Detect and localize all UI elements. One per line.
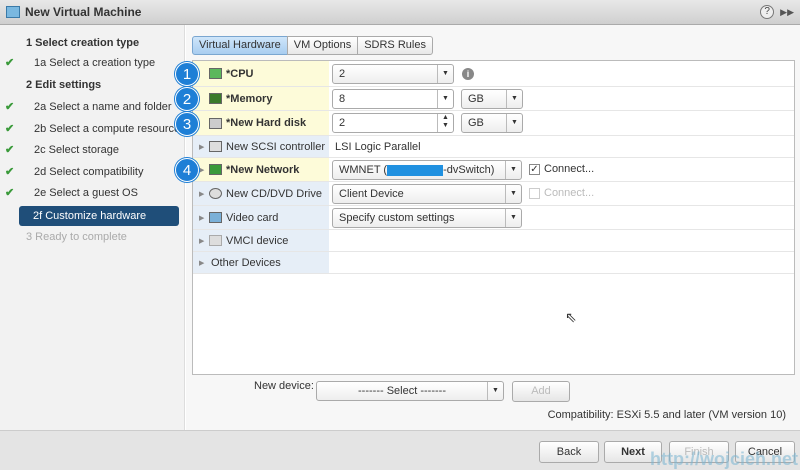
step-1: 1 Select creation type [26, 37, 140, 49]
network-connect-checkbox[interactable]: ✓ [529, 163, 540, 175]
tab-vm-options[interactable]: VM Options [286, 36, 359, 55]
chevron-down-icon: ▼ [437, 65, 453, 83]
other-devices-row: ▶ Other Devices [193, 252, 794, 274]
disk-size-stepper[interactable]: 2 ▲ ▼ [332, 113, 454, 133]
chevron-down-icon: ▼ [505, 209, 521, 227]
check-icon: ✔ [5, 123, 15, 135]
new-device-label: New device: [254, 380, 314, 392]
cpu-select[interactable]: 2 ▼ [332, 64, 454, 84]
step-2d[interactable]: ✔ 2d Select compatibility [0, 162, 185, 182]
expand-icon[interactable]: ▶▶ [780, 5, 794, 19]
check-icon: ✔ [5, 144, 15, 156]
redacted-block [387, 164, 444, 176]
help-icon[interactable]: ? [760, 5, 775, 19]
expand-arrow-icon[interactable]: ▶ [199, 190, 207, 198]
network-icon [209, 164, 222, 175]
main-panel: Virtual Hardware VM Options SDRS Rules *… [175, 25, 800, 430]
check-icon: ✔ [5, 101, 15, 113]
vm-icon [6, 6, 20, 18]
expand-arrow-icon[interactable]: ▶ [199, 259, 207, 267]
expand-arrow-icon[interactable]: ▶ [199, 143, 207, 151]
step-2c[interactable]: ✔ 2c Select storage [0, 140, 185, 160]
step-number-badge: 3 [175, 111, 199, 136]
expand-arrow-icon[interactable]: ▶ [199, 166, 207, 174]
disk-unit-select[interactable]: GB ▼ [461, 113, 523, 133]
network-row: ▶ *New Network WMNET (-dvSwitch) ▼ ✓ Connec… [175, 158, 794, 182]
check-icon: ✔ [5, 166, 15, 178]
hard-disk-row: *New Hard disk 2 ▲ ▼ GB ▼ 3 [175, 111, 794, 136]
mouse-cursor-icon: ⇖ [565, 309, 577, 325]
step-2f[interactable]: 2f Customize hardware [19, 206, 179, 226]
step-2b[interactable]: ✔ 2b Select a compute resource [0, 119, 185, 139]
new-device-select[interactable]: ------- Select ------- ▼ [316, 381, 504, 401]
step-2e[interactable]: ✔ 2e Select a guest OS [0, 183, 185, 203]
chevron-down-icon: ▼ [506, 90, 522, 108]
memory-icon [209, 93, 222, 104]
cd-icon [209, 188, 222, 199]
expand-arrow-icon[interactable]: ▶ [199, 237, 207, 245]
cpu-icon [209, 68, 222, 79]
scsi-row: ▶ New SCSI controller LSI Logic Parallel [193, 136, 794, 158]
step-2a[interactable]: ✔ 2a Select a name and folder [0, 97, 185, 117]
chevron-down-icon: ▼ [505, 161, 521, 179]
chevron-down-icon: ▼ [437, 90, 453, 108]
scsi-icon [209, 141, 222, 152]
hardware-grid: *CPU 2 ▼ i 1 *Memory 8 ▼ GB ▼ 2 *New Hard d… [175, 60, 795, 375]
step-3: 3 Ready to complete [26, 231, 127, 243]
cdrom-connect-checkbox[interactable] [529, 187, 540, 199]
watermark: http://wojcieh.net [650, 449, 798, 469]
add-device-button[interactable]: Add [512, 381, 570, 402]
check-icon: ✔ [5, 57, 15, 69]
compatibility-text: Compatibility: ESXi 5.5 and later (VM ve… [547, 409, 786, 421]
wizard-steps: 1 Select creation type ✔ 1a Select a crea… [0, 25, 185, 430]
footer: Back Next Finish Cancel http://wojcieh.n… [0, 430, 800, 470]
memory-unit-select[interactable]: GB ▼ [461, 89, 523, 109]
title-bar: New Virtual Machine ? ▶▶ [0, 0, 800, 25]
tab-sdrs-rules[interactable]: SDRS Rules [357, 36, 433, 55]
tab-virtual-hardware[interactable]: Virtual Hardware [192, 36, 288, 55]
video-row: ▶ Video card Specify custom settings ▼ [193, 206, 794, 230]
memory-input[interactable]: 8 ▼ [332, 89, 454, 109]
video-select[interactable]: Specify custom settings ▼ [332, 208, 522, 228]
gear-icon [209, 235, 222, 246]
cdrom-row: ▶ New CD/DVD Drive Client Device ▼ Connect… [193, 182, 794, 206]
chevron-down-icon: ▼ [487, 382, 503, 400]
stepper-icon[interactable]: ▲ ▼ [437, 114, 453, 132]
expand-arrow-icon[interactable]: ▶ [199, 214, 207, 222]
cpu-row: *CPU 2 ▼ i 1 [175, 61, 794, 87]
back-button[interactable]: Back [539, 441, 599, 463]
vmci-row: ▶ VMCI device [193, 230, 794, 252]
step-number-badge: 4 [175, 158, 199, 182]
cdrom-select[interactable]: Client Device ▼ [332, 184, 522, 204]
chevron-down-icon: ▼ [506, 114, 522, 132]
network-select[interactable]: WMNET (-dvSwitch) ▼ [332, 160, 522, 180]
step-number-badge: 2 [175, 87, 199, 111]
window-title: New Virtual Machine [25, 5, 142, 19]
step-number-badge: 1 [175, 62, 199, 86]
step-2: 2 Edit settings [26, 79, 102, 91]
step-1a[interactable]: ✔ 1a Select a creation type [0, 53, 185, 73]
check-icon: ✔ [5, 187, 15, 199]
chevron-down-icon: ▼ [505, 185, 521, 203]
info-icon[interactable]: i [462, 68, 474, 80]
monitor-icon [209, 212, 222, 223]
hard-disk-icon [209, 117, 222, 129]
memory-row: *Memory 8 ▼ GB ▼ 2 [175, 87, 794, 111]
